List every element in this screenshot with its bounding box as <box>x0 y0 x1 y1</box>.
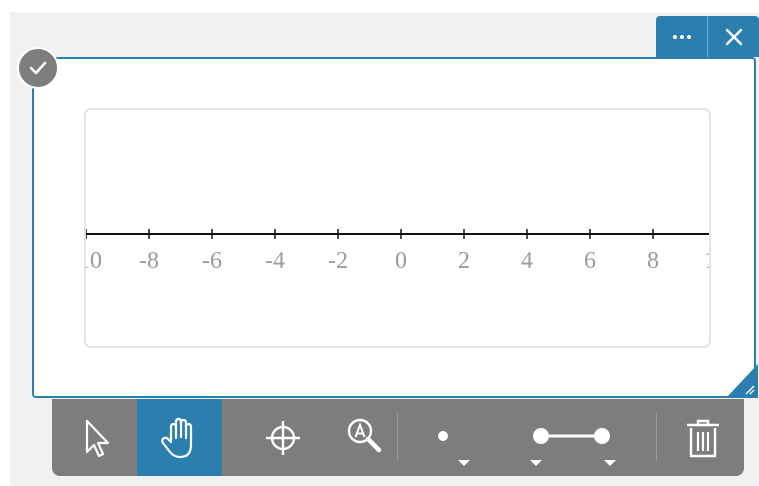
delete-tool-button[interactable] <box>668 399 738 476</box>
resize-handle[interactable] <box>726 364 758 398</box>
tick-label: 8 <box>647 248 659 274</box>
select-tool-button[interactable] <box>52 399 137 476</box>
more-options-button[interactable] <box>656 16 707 57</box>
resize-grip-icon <box>726 364 758 398</box>
close-button[interactable] <box>707 16 759 57</box>
tick-label: 2 <box>458 248 470 274</box>
crosshair-icon <box>265 420 300 455</box>
tick-label: 4 <box>521 248 533 274</box>
tick-label: -2 <box>328 248 348 274</box>
tick-label: 10 <box>704 248 711 274</box>
point-style-tool-button[interactable] <box>417 399 487 476</box>
number-line-svg: -10 -8 -6 -4 -2 0 2 4 6 8 10 <box>86 229 711 274</box>
toolbar-separator <box>656 413 657 461</box>
pointer-arrow-icon <box>85 419 109 457</box>
dot-icon <box>438 430 470 466</box>
toolbar-separator <box>397 413 398 461</box>
checkmark-icon <box>29 61 47 75</box>
tick-label: -8 <box>139 248 159 274</box>
hand-icon <box>160 417 192 458</box>
widget-controls <box>656 16 759 57</box>
tick-label: -6 <box>202 248 222 274</box>
label-zoom-tool-button[interactable] <box>322 399 407 476</box>
pan-tool-button[interactable] <box>137 399 222 476</box>
ellipsis-icon <box>672 34 691 39</box>
segment-icon <box>530 427 616 466</box>
tick-label: 0 <box>395 248 407 274</box>
close-icon <box>725 28 742 45</box>
magnifier-a-icon <box>347 418 381 452</box>
tick-label: -10 <box>86 248 102 274</box>
toolbar <box>52 399 744 476</box>
trash-icon <box>687 419 719 457</box>
tick-label: 6 <box>584 248 596 274</box>
check-badge[interactable] <box>17 47 59 89</box>
number-line-graph[interactable]: -10 -8 -6 -4 -2 0 2 4 6 8 10 <box>84 108 711 348</box>
segment-style-tool-button[interactable] <box>512 399 624 476</box>
tick-label: -4 <box>265 248 285 274</box>
point-tool-button[interactable] <box>240 399 325 476</box>
